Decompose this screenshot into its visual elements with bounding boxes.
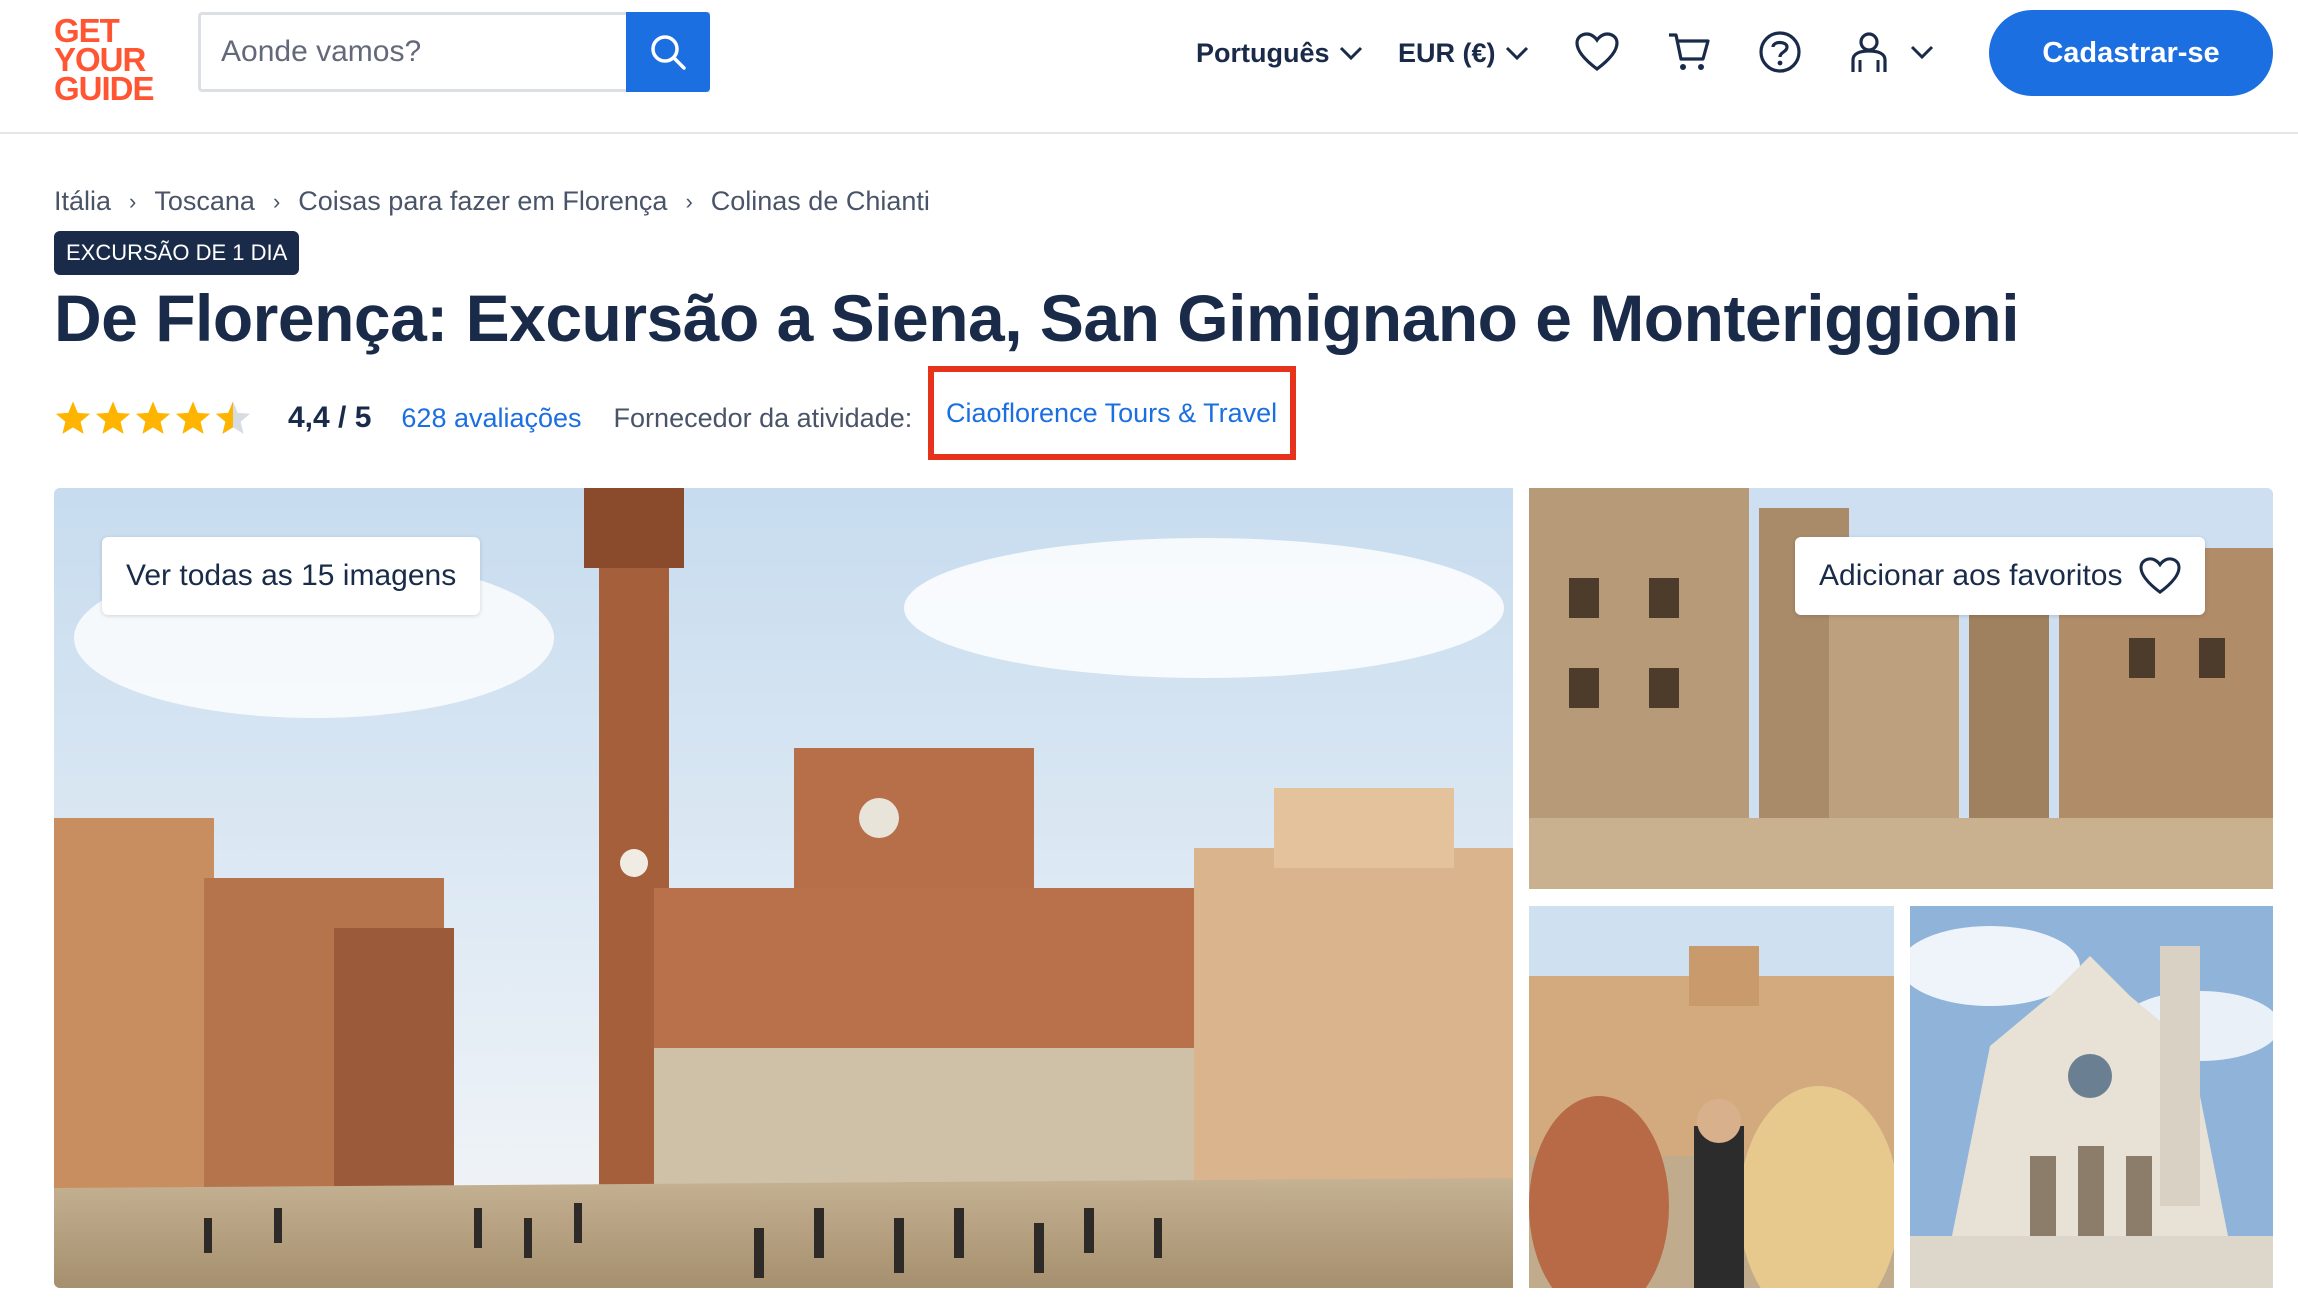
cart-button[interactable] bbox=[1665, 28, 1713, 76]
chevron-down-icon bbox=[1339, 46, 1362, 61]
site-header: GET YOUR GUIDE Português EUR (€) bbox=[0, 0, 2298, 134]
breadcrumb-item-chianti[interactable]: Colinas de Chianti bbox=[711, 186, 930, 217]
breadcrumb-item-florenca[interactable]: Coisas para fazer em Florença bbox=[298, 186, 667, 217]
siena-cathedral-photo bbox=[1910, 906, 2273, 1288]
star-icon bbox=[95, 401, 131, 434]
add-to-favorites-button[interactable]: Adicionar aos favoritos bbox=[1795, 537, 2205, 615]
signup-button[interactable]: Cadastrar-se bbox=[1989, 10, 2273, 96]
wishlist-button[interactable] bbox=[1573, 28, 1621, 76]
chevron-right-icon: › bbox=[129, 188, 137, 214]
help-icon bbox=[1759, 31, 1801, 73]
breadcrumb-item-toscana[interactable]: Toscana bbox=[154, 186, 255, 217]
breadcrumb: Itália › Toscana › Coisas para fazer em … bbox=[54, 186, 930, 217]
rating-score: 4,4 / 5 bbox=[288, 401, 372, 434]
cart-icon bbox=[1669, 33, 1710, 70]
currency-selector[interactable]: EUR (€) bbox=[1398, 30, 1530, 76]
tour-type-badge: EXCURSÃO DE 1 DIA bbox=[54, 231, 300, 275]
add-to-favorites-label: Adicionar aos favoritos bbox=[1819, 559, 2123, 592]
reviews-link[interactable]: 628 avaliações bbox=[401, 403, 581, 434]
star-icon bbox=[175, 401, 211, 434]
star-icon bbox=[135, 401, 171, 434]
chevron-down-icon bbox=[1505, 46, 1528, 61]
getyourguide-logo[interactable]: GET YOUR GUIDE bbox=[54, 14, 169, 107]
star-rating bbox=[54, 399, 254, 437]
language-selector[interactable]: Português bbox=[1196, 30, 1364, 76]
currency-label: EUR (€) bbox=[1398, 37, 1496, 68]
star-half-icon bbox=[215, 401, 251, 434]
chevron-right-icon: › bbox=[685, 188, 693, 214]
search-icon bbox=[651, 35, 686, 70]
rating-row: 4,4 / 5 628 avaliações Fornecedor da ati… bbox=[54, 398, 912, 438]
heart-icon bbox=[1575, 32, 1619, 72]
logo-line-3: GUIDE bbox=[54, 70, 155, 107]
gallery-image-guide[interactable] bbox=[1529, 906, 1894, 1288]
gallery-image-cathedral[interactable] bbox=[1910, 906, 2273, 1288]
user-icon bbox=[1851, 32, 1887, 72]
provider-label: Fornecedor da atividade: bbox=[613, 402, 913, 433]
view-all-images-label: Ver todas as 15 imagens bbox=[126, 559, 457, 592]
star-icon bbox=[55, 401, 91, 434]
breadcrumb-item-italia[interactable]: Itália bbox=[54, 186, 111, 217]
provider-link[interactable]: Ciaoflorence Tours & Travel bbox=[946, 398, 1277, 429]
heart-icon bbox=[2138, 557, 2181, 595]
search-button[interactable] bbox=[626, 12, 710, 92]
chevron-right-icon: › bbox=[272, 188, 281, 214]
page-title: De Florença: Excursão a Siena, San Gimig… bbox=[54, 281, 2020, 355]
language-label: Português bbox=[1196, 37, 1330, 68]
chevron-down-icon bbox=[1910, 45, 1934, 60]
view-all-images-button[interactable]: Ver todas as 15 imagens bbox=[102, 537, 481, 615]
account-menu-button[interactable] bbox=[1849, 28, 1939, 76]
help-button[interactable] bbox=[1756, 28, 1804, 76]
siena-guide-photo bbox=[1529, 906, 1894, 1288]
